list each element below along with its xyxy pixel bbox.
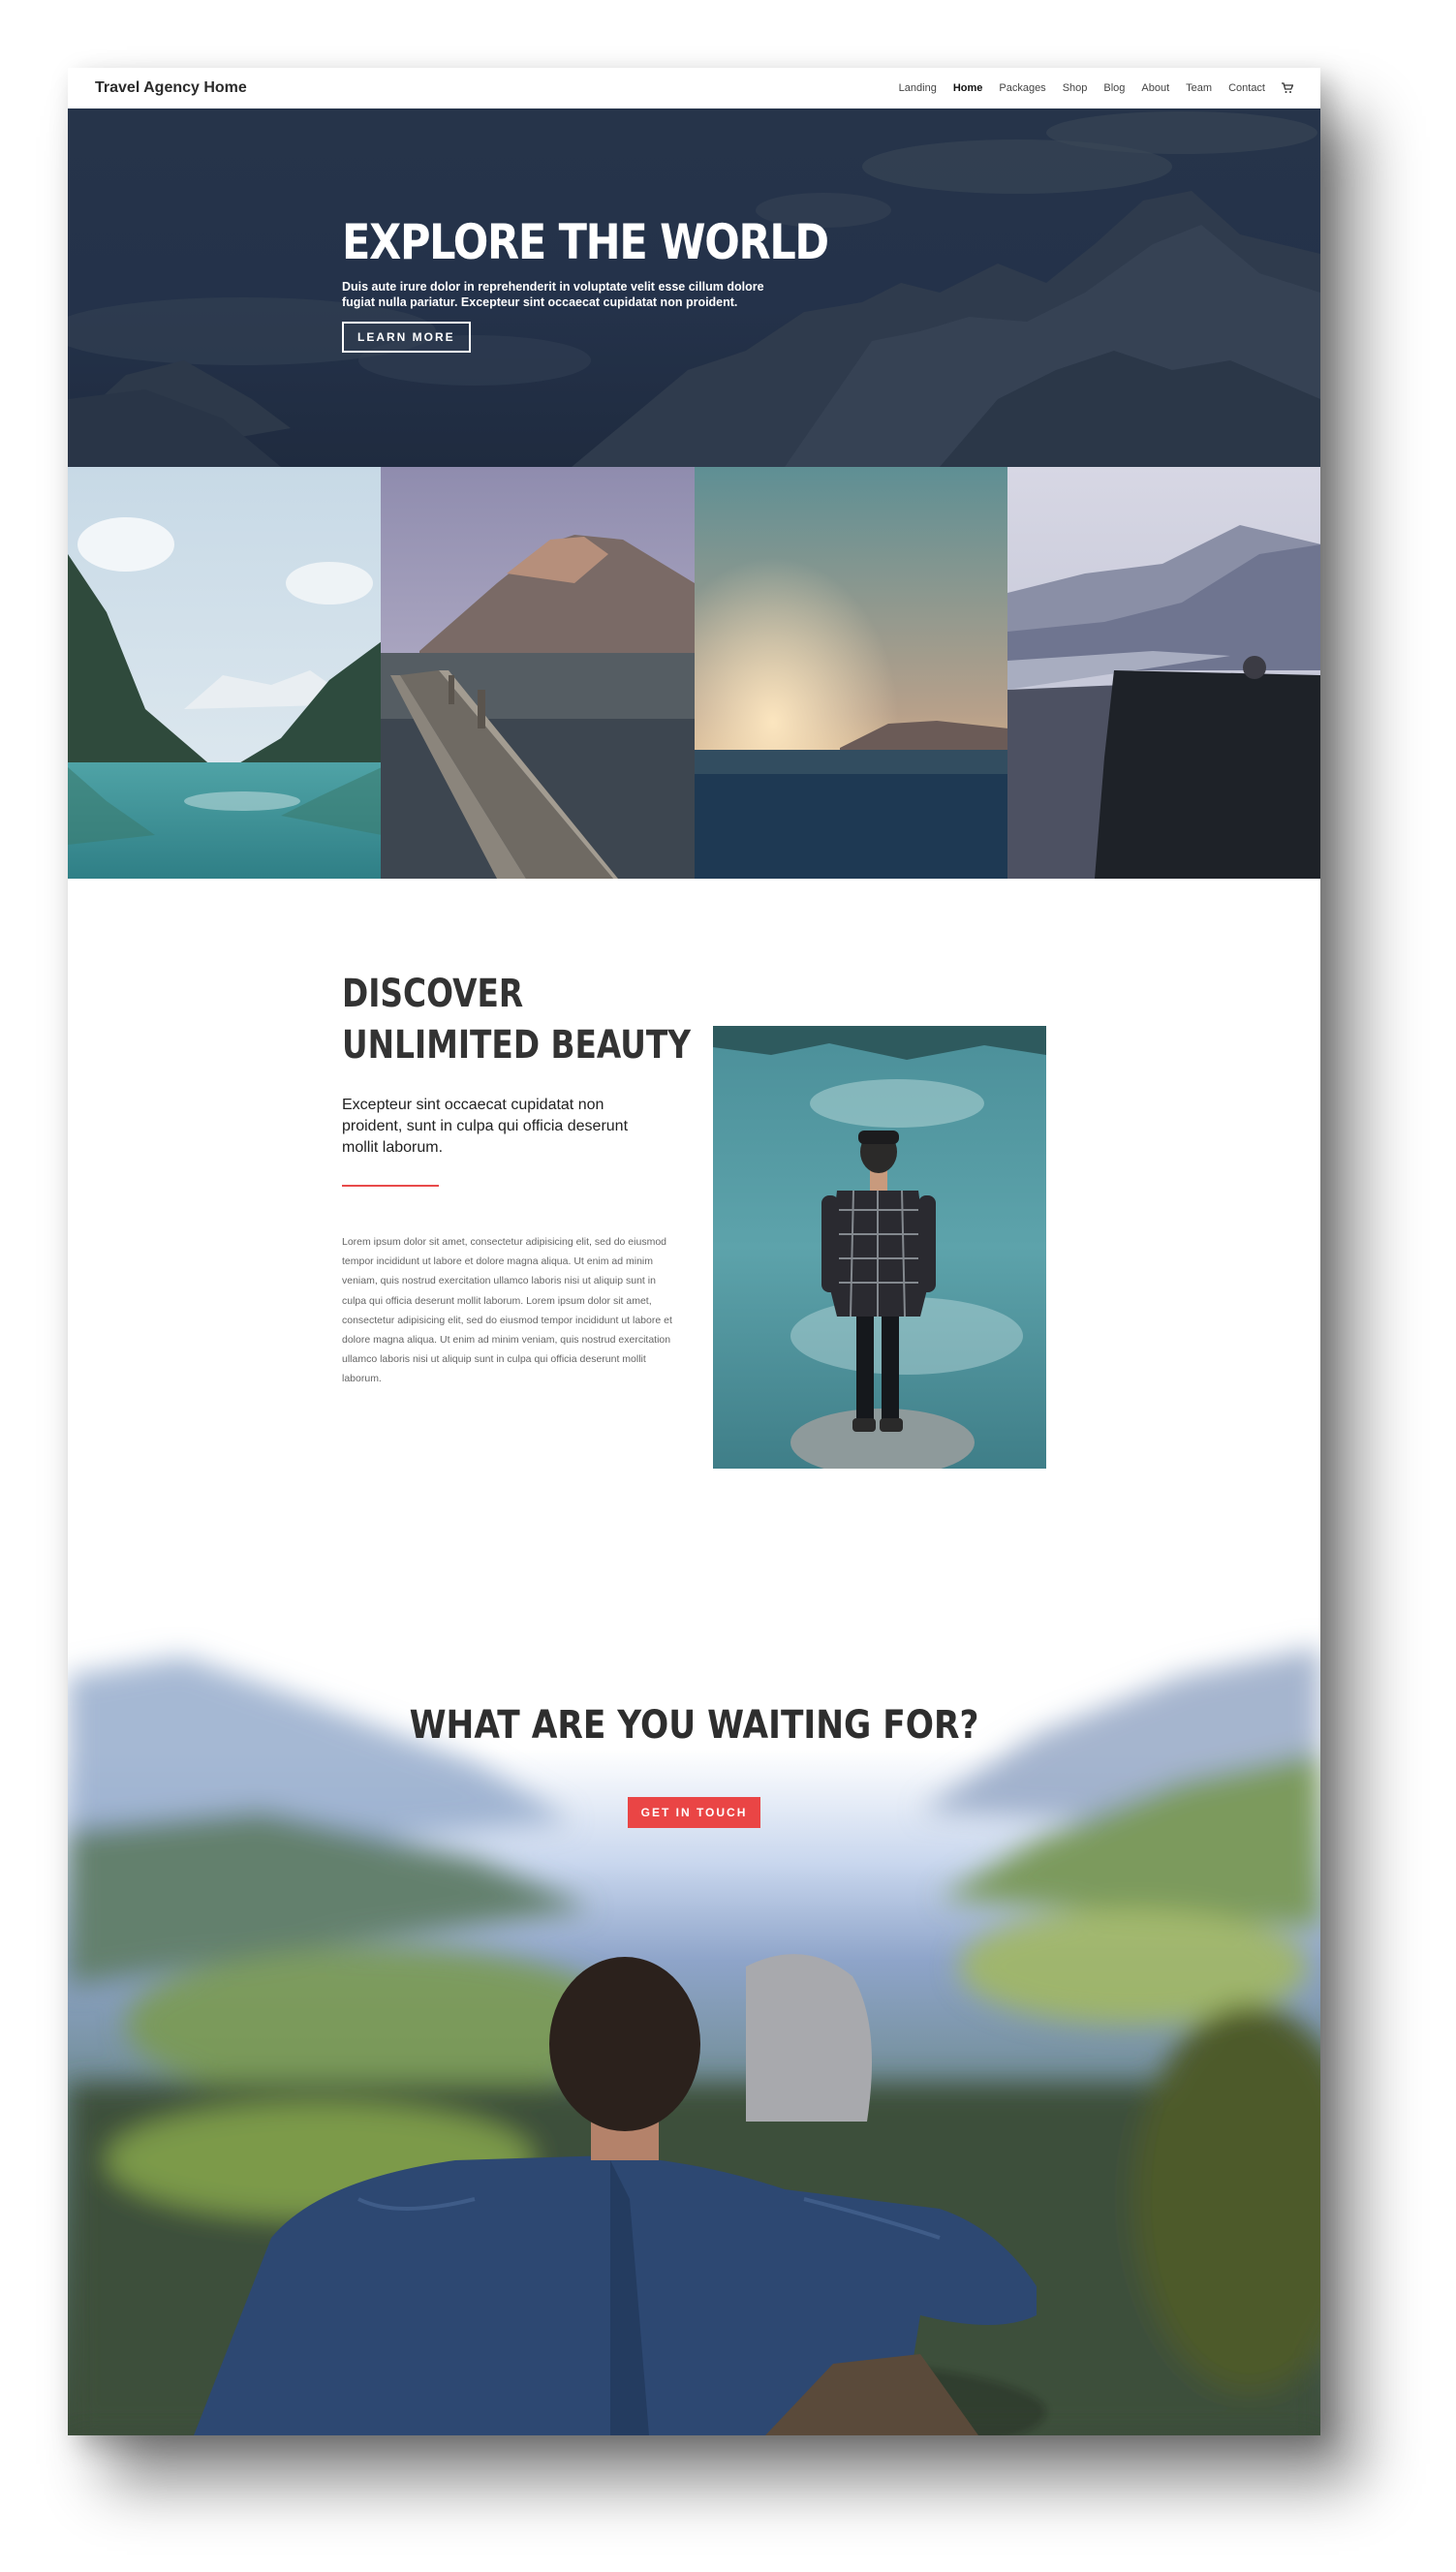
discover-subtitle: Excepteur sint occaecat cupidatat non pr… [342,1097,629,1156]
gallery-image-mountain-dock[interactable] [381,467,695,879]
gallery-image-gorge[interactable] [1007,467,1320,879]
nav-contact[interactable]: Contact [1228,82,1265,94]
hero-text: Duis aute irure dolor in reprehenderit i… [342,280,764,309]
nav-home[interactable]: Home [953,82,983,94]
cart-icon[interactable] [1282,82,1294,94]
learn-more-button[interactable]: LEARN MORE [342,322,471,354]
man-at-lake-photo [713,1026,1046,1469]
nav-blog[interactable]: Blog [1103,82,1125,94]
image-gallery [68,467,1320,879]
discover-heading-line1: DISCOVER [342,972,524,1016]
cta-heading: WHAT ARE YOU WAITING FOR? [409,1703,979,1748]
discover-heading-line2: UNLIMITED BEAUTY [342,1023,692,1068]
get-in-touch-button[interactable]: GET IN TOUCH [628,1797,760,1828]
nav-landing[interactable]: Landing [899,82,937,94]
gallery-image-lake-valley[interactable] [68,467,382,879]
site-header: Travel Agency Home Landing Home Packages… [68,68,1320,108]
nav-shop[interactable]: Shop [1063,82,1088,94]
gallery-image-sunset-sea[interactable] [694,467,1007,879]
discover-body-text: Lorem ipsum dolor sit amet, consectetur … [342,1236,672,1385]
main-nav: Landing Home Packages Shop Blog About Te… [899,82,1294,94]
hero-content: EXPLORE THE WORLD Duis aute irure dolor … [342,214,829,354]
hero-section: EXPLORE THE WORLD Duis aute irure dolor … [68,108,1320,467]
site-title[interactable]: Travel Agency Home [95,79,247,97]
red-divider [342,1185,439,1187]
discover-heading: DISCOVER UNLIMITED BEAUTY [342,969,691,1071]
page: Travel Agency Home Landing Home Packages… [68,68,1320,2435]
nav-about[interactable]: About [1141,82,1169,94]
nav-packages[interactable]: Packages [999,82,1045,94]
hero-title: EXPLORE THE WORLD [342,214,829,270]
nav-team[interactable]: Team [1186,82,1212,94]
